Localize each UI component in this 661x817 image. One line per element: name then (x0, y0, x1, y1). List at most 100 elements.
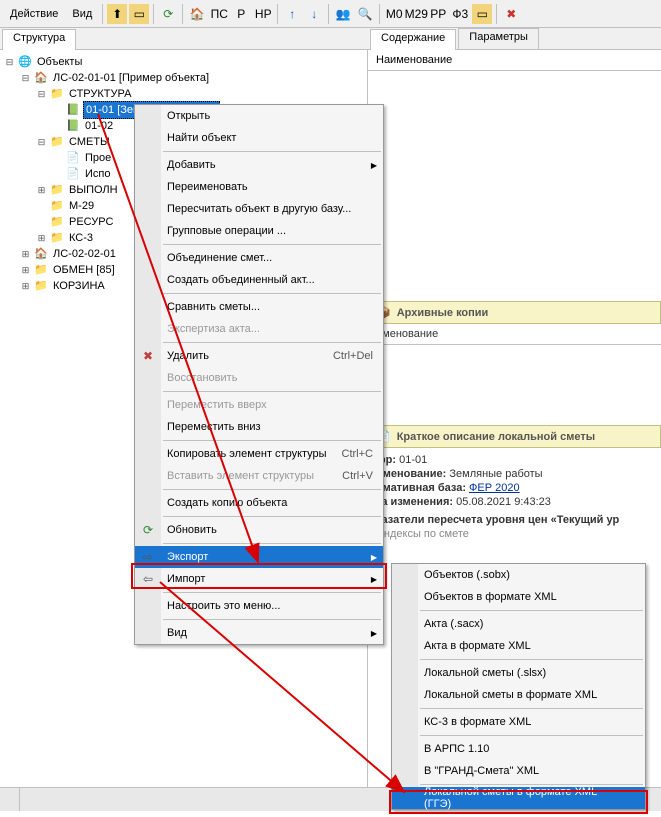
tb-users-icon[interactable]: 👥 (333, 4, 353, 24)
ctx-item-label: Объединение смет... (167, 252, 272, 264)
tb-search-icon[interactable]: 🔍 (355, 4, 375, 24)
archive-bar: 📦 Архивные копии (368, 301, 661, 324)
tree-label: ВЫПОЛН (67, 182, 120, 198)
ctx-item[interactable]: Копировать элемент структурыCtrl+C (135, 443, 383, 465)
ctx-item-label: Настроить это меню... (167, 600, 280, 612)
ctx-item[interactable]: Найти объект (135, 127, 383, 149)
submenu-item[interactable]: Локальной сметы (.slsx) (392, 662, 645, 684)
ctx-item[interactable]: ⟳ Обновить (135, 519, 383, 541)
tb-p-icon[interactable]: P (231, 4, 251, 24)
base-link[interactable]: ФЕР 2020 (469, 482, 520, 494)
tab-structure[interactable]: Структура (2, 29, 76, 50)
folder-up-icon[interactable]: ⬆ (107, 4, 127, 24)
bottom-tab1[interactable] (0, 788, 20, 811)
tree-icon: 📁 (33, 279, 49, 293)
ctx-item[interactable]: ⇦Импорт▶ (135, 568, 383, 590)
ctx-item[interactable]: Переименовать (135, 176, 383, 198)
submenu-item-label: Локальной сметы (.slsx) (424, 667, 546, 679)
tree-icon: 📁 (49, 199, 65, 213)
tree-icon: 📁 (49, 183, 65, 197)
submenu-arrow-icon: ▶ (371, 629, 377, 638)
tree-icon: 🏠 (33, 247, 49, 261)
folder-icon[interactable]: ▭ (129, 4, 149, 24)
ctx-shortcut: Ctrl+C (342, 448, 373, 460)
tree-label: СМЕТЫ (67, 134, 112, 150)
submenu-arrow-icon: ▶ (371, 553, 377, 562)
submenu-item[interactable]: В АРПС 1.10 (392, 738, 645, 760)
tb-pp-icon[interactable]: PP (428, 4, 448, 24)
refresh-icon[interactable]: ⟳ (158, 4, 178, 24)
tb-down-icon[interactable]: ↓ (304, 4, 324, 24)
ctx-item[interactable]: Сравнить сметы... (135, 296, 383, 318)
submenu-item[interactable]: Объектов в формате XML (392, 586, 645, 608)
ctx-item-icon: ⇨ (140, 550, 156, 564)
ctx-item-label: Переместить вверх (167, 399, 267, 411)
ctx-item[interactable]: Пересчитать объект в другую базу... (135, 198, 383, 220)
tree-icon: 📁 (49, 135, 65, 149)
tree-label: СТРУКТУРА (67, 86, 133, 102)
submenu-item[interactable]: Объектов (.sobx) (392, 564, 645, 586)
ctx-item[interactable]: ✖УдалитьCtrl+Del (135, 345, 383, 367)
submenu-item-label: КС-3 в формате XML (424, 716, 531, 728)
ctx-item[interactable]: Создать копию объекта (135, 492, 383, 514)
submenu-item-label: Акта (.sacx) (424, 618, 483, 630)
submenu-item[interactable]: В "ГРАНД-Смета" XML (392, 760, 645, 782)
ctx-item[interactable]: Настроить это меню... (135, 595, 383, 617)
ctx-item-label: Импорт (167, 573, 205, 585)
menu-view[interactable]: Вид (66, 4, 98, 24)
submenu-item-label: Объектов в формате XML (424, 591, 557, 603)
submenu-item[interactable]: Локальной сметы в формате XML (392, 684, 645, 706)
tree-label: 01-02 (83, 118, 115, 134)
ctx-item[interactable]: Вид▶ (135, 622, 383, 644)
ctx-item-label: Обновить (167, 524, 217, 536)
tb-folder-icon[interactable]: ▭ (472, 4, 492, 24)
brief-bar: 📄 Краткое описание локальной сметы (368, 425, 661, 448)
submenu-item[interactable]: Акта (.sacx) (392, 613, 645, 635)
ctx-item-label: Создать копию объекта (167, 497, 287, 509)
tb-f3-icon[interactable]: Ф3 (450, 4, 470, 24)
tree-item[interactable]: ⊟📁СТРУКТУРА (4, 86, 363, 102)
ctx-item[interactable]: Добавить ▶ (135, 154, 383, 176)
submenu-arrow-icon: ▶ (371, 575, 377, 584)
ctx-item-label: Восстановить (167, 372, 237, 384)
tb-home-icon[interactable]: 🏠 (187, 4, 207, 24)
ctx-item-icon: ⟳ (140, 523, 156, 537)
ctx-item[interactable]: Создать объединенный акт... (135, 269, 383, 291)
tree-root[interactable]: ⊟🌐 Объекты (4, 54, 363, 70)
tree-icon: 📗 (65, 119, 81, 133)
tb-m0-icon[interactable]: M0 (384, 4, 404, 24)
ctx-item-label: Найти объект (167, 132, 236, 144)
tree-icon: 📁 (49, 87, 65, 101)
ctx-item-label: Сравнить сметы... (167, 301, 260, 313)
tab-params[interactable]: Параметры (458, 28, 539, 49)
submenu-item-label: Локальной сметы в формате XML (424, 689, 597, 701)
tb-np-icon[interactable]: НР (253, 4, 273, 24)
right-header: Наименование (368, 50, 661, 71)
ctx-item[interactable]: Групповые операции ... (135, 220, 383, 242)
ctx-item[interactable]: Переместить вниз (135, 416, 383, 438)
tb-up-icon[interactable]: ↑ (282, 4, 302, 24)
tb-close-icon[interactable]: ✖ (501, 4, 521, 24)
menu-action[interactable]: Действие (4, 4, 64, 24)
submenu-item[interactable]: Акта в формате XML (392, 635, 645, 657)
ctx-item: Экспертиза акта... (135, 318, 383, 340)
ctx-item-label: Переименовать (167, 181, 248, 193)
ctx-item-label: Экспорт (167, 551, 208, 563)
tree-icon: 📄 (65, 151, 81, 165)
ctx-item[interactable]: Объединение смет... (135, 247, 383, 269)
tab-content[interactable]: Содержание (370, 29, 456, 50)
tree-item[interactable]: ⊟🏠ЛС-02-01-01 [Пример объекта] (4, 70, 363, 86)
tb-pc-icon[interactable]: ПС (209, 4, 229, 24)
ctx-item[interactable]: ⇨ Экспорт ▶ (135, 546, 383, 568)
ctx-item[interactable]: Открыть (135, 105, 383, 127)
submenu-item-label: В "ГРАНД-Смета" XML (424, 765, 539, 777)
tree-label: Испо (83, 166, 112, 182)
submenu-item[interactable]: Локальной сметы в формате XML (ГГЭ) (392, 787, 645, 809)
submenu-item[interactable]: КС-3 в формате XML (392, 711, 645, 733)
submenu-arrow-icon: ▶ (371, 161, 377, 170)
ctx-item-label: Добавить (167, 159, 216, 171)
tb-m29-icon[interactable]: M29 (406, 4, 426, 24)
tree-label: РЕСУРС (67, 214, 115, 230)
tree-icon: 📄 (65, 167, 81, 181)
tree-label: ОБМЕН [85] (51, 262, 117, 278)
